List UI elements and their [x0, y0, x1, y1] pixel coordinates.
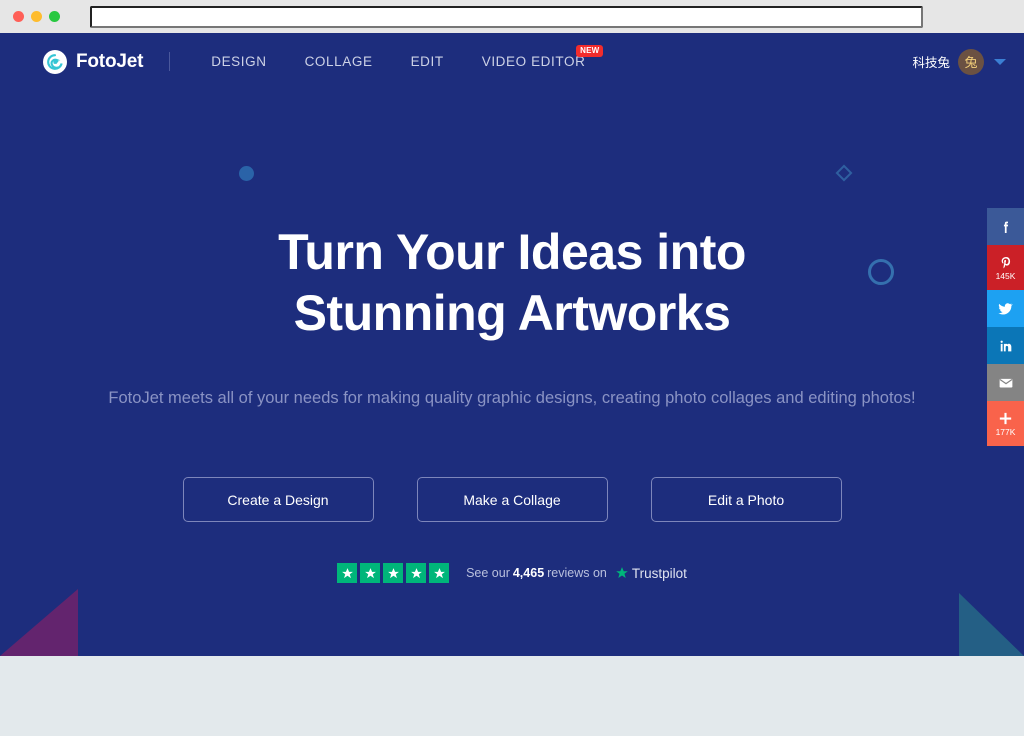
hero-content: Turn Your Ideas into Stunning Artworks F… — [0, 90, 1024, 583]
make-a-collage-button[interactable]: Make a Collage — [416, 477, 608, 522]
user-name: 科技兔 — [912, 56, 950, 70]
app-window: FotoJet DESIGN COLLAGE EDIT VIDEO EDITOR… — [0, 0, 1024, 736]
page-body-below-hero — [0, 656, 1024, 736]
share-facebook-button[interactable] — [987, 208, 1024, 245]
brand-name: FotoJet — [76, 50, 144, 72]
trustpilot-star-icon — [616, 567, 628, 578]
nav-links: DESIGN COLLAGE EDIT VIDEO EDITOR NEW — [192, 45, 605, 69]
star-icon — [429, 563, 450, 583]
create-a-design-button[interactable]: Create a Design — [182, 477, 374, 522]
top-navigation: FotoJet DESIGN COLLAGE EDIT VIDEO EDITOR… — [0, 33, 1024, 90]
nav-item-design[interactable]: DESIGN — [192, 54, 285, 69]
plus-icon — [999, 412, 1012, 425]
nav-item-video-editor[interactable]: VIDEO EDITOR NEW — [463, 45, 605, 69]
hero-subtitle: FotoJet meets all of your needs for maki… — [108, 389, 916, 407]
star-icon — [406, 563, 427, 583]
review-suffix: reviews on — [547, 566, 607, 580]
user-menu[interactable]: 科技兔 兔 — [912, 48, 1006, 75]
share-pinterest-button[interactable]: 145K — [987, 245, 1024, 290]
star-icon — [360, 563, 381, 583]
social-share-rail: 145K 177K — [987, 208, 1024, 446]
nav-item-edit-label: EDIT — [410, 54, 444, 69]
fotojet-spiral-icon — [43, 49, 67, 74]
decorative-teal-triangle — [959, 593, 1024, 656]
maximize-window-icon[interactable] — [49, 11, 60, 22]
share-linkedin-button[interactable] — [987, 327, 1024, 364]
nav-item-edit[interactable]: EDIT — [392, 54, 463, 69]
brand-logo[interactable]: FotoJet — [43, 49, 144, 74]
headline-line-2: Stunning Artworks — [293, 285, 731, 341]
headline-line-1: Turn Your Ideas into — [278, 224, 746, 280]
share-email-button[interactable] — [987, 364, 1024, 401]
nav-divider — [169, 52, 171, 71]
nav-item-collage[interactable]: COLLAGE — [286, 54, 392, 69]
minimize-window-icon[interactable] — [31, 11, 42, 22]
trustpilot-name: Trustpilot — [631, 565, 687, 581]
traffic-lights — [13, 11, 60, 22]
share-more-count: 177K — [995, 427, 1016, 437]
cta-button-group: Create a Design Make a Collage Edit a Ph… — [0, 477, 1024, 522]
star-icon — [337, 563, 358, 583]
trustpilot-rating[interactable]: See our 4,465 reviews on Trustpilot — [0, 563, 1024, 583]
nav-item-collage-label: COLLAGE — [304, 54, 373, 69]
star-rating — [337, 563, 450, 583]
twitter-icon — [998, 303, 1013, 315]
decorative-purple-triangle — [0, 589, 78, 656]
star-icon — [383, 563, 404, 583]
chevron-down-icon[interactable] — [994, 58, 1006, 65]
review-prefix: See our — [466, 566, 510, 580]
avatar[interactable]: 兔 — [958, 48, 984, 75]
hero-section: FotoJet DESIGN COLLAGE EDIT VIDEO EDITOR… — [0, 33, 1024, 656]
facebook-icon — [1003, 221, 1008, 233]
share-more-button[interactable]: 177K — [987, 401, 1024, 446]
trustpilot-logo[interactable]: Trustpilot — [615, 566, 687, 581]
browser-chrome — [0, 0, 1024, 33]
review-summary: See our 4,465 reviews on Trustpilot — [466, 566, 687, 581]
review-count: 4,465 — [512, 566, 545, 580]
close-window-icon[interactable] — [13, 11, 24, 22]
linkedin-icon — [1000, 340, 1011, 351]
pinterest-icon — [1001, 256, 1010, 268]
pinterest-share-count: 145K — [995, 270, 1016, 281]
nav-item-design-label: DESIGN — [211, 54, 267, 69]
edit-a-photo-button[interactable]: Edit a Photo — [650, 477, 842, 522]
address-bar[interactable] — [90, 6, 923, 28]
share-twitter-button[interactable] — [987, 290, 1024, 327]
new-badge: NEW — [576, 45, 604, 57]
envelope-icon — [999, 378, 1012, 387]
nav-item-video-editor-label: VIDEO EDITOR — [481, 54, 586, 69]
page-title: Turn Your Ideas into Stunning Artworks — [0, 222, 1024, 344]
